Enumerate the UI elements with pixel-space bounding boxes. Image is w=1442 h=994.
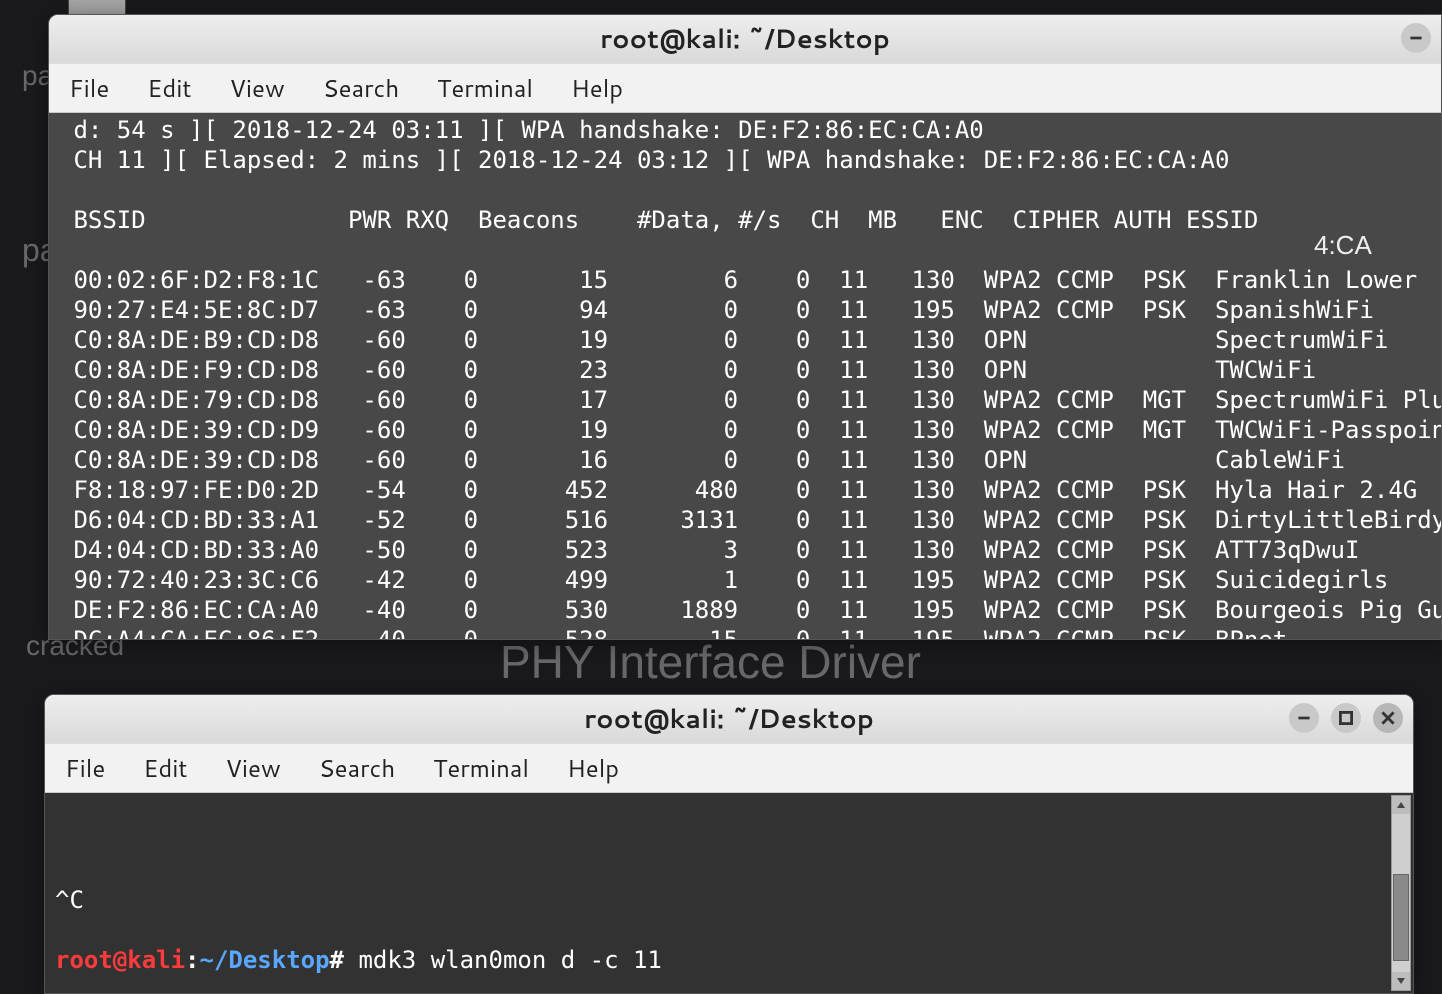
terminal-window-airodump[interactable]: root@kali: ~/Desktop File Edit View Sear… (48, 14, 1442, 640)
menu-terminal[interactable]: Terminal (433, 751, 529, 785)
menu-search[interactable]: Search (323, 71, 399, 105)
menu-view[interactable]: View (229, 71, 284, 105)
prompt-user: root@kali (55, 946, 185, 974)
terminal-output[interactable]: ^C root@kali:~/Desktop# mdk3 wlan0mon d … (45, 793, 1413, 993)
terminal-output[interactable]: d: 54 s ][ 2018-12-24 03:11 ][ WPA hands… (49, 113, 1441, 639)
prompt-line: root@kali:~/Desktop# mdk3 wlan0mon d -c … (55, 945, 1403, 975)
prompt-hash: # (330, 946, 344, 974)
minimize-button[interactable] (1289, 703, 1319, 733)
menu-edit[interactable]: Edit (143, 751, 187, 785)
menu-edit[interactable]: Edit (147, 71, 191, 105)
menu-file[interactable]: File (69, 71, 109, 105)
menu-view[interactable]: View (225, 751, 280, 785)
prompt-path: ~/Desktop (200, 946, 330, 974)
titlebar[interactable]: root@kali: ~/Desktop (49, 15, 1441, 63)
bg-text: PHY Interface Driver (500, 635, 921, 689)
terminal-line (55, 825, 1403, 855)
terminal-window-mdk3[interactable]: root@kali: ~/Desktop File Edit View Sear… (44, 694, 1414, 994)
window-title: root@kali: ~/Desktop (600, 21, 890, 57)
command-text: mdk3 wlan0mon d -c 11 (344, 946, 662, 974)
titlebar[interactable]: root@kali: ~/Desktop (45, 695, 1413, 743)
menubar: File Edit View Search Terminal Help (49, 63, 1441, 113)
maximize-button[interactable] (1331, 703, 1361, 733)
menubar: File Edit View Search Terminal Help (45, 743, 1413, 793)
window-title: root@kali: ~/Desktop (584, 701, 874, 737)
close-button[interactable] (1373, 703, 1403, 733)
scrollbar-thumb[interactable] (1393, 874, 1409, 961)
terminal-line: ^C (55, 885, 1403, 915)
menu-help[interactable]: Help (571, 71, 623, 105)
bg-text: 4:CA (1314, 230, 1372, 261)
menu-search[interactable]: Search (319, 751, 395, 785)
prompt-colon: : (185, 946, 199, 974)
scrollbar[interactable] (1391, 795, 1411, 991)
menu-help[interactable]: Help (567, 751, 619, 785)
menu-file[interactable]: File (65, 751, 105, 785)
scroll-down-button[interactable] (1392, 972, 1410, 990)
menu-terminal[interactable]: Terminal (437, 71, 533, 105)
scroll-up-button[interactable] (1392, 796, 1410, 814)
minimize-button[interactable] (1401, 23, 1431, 53)
